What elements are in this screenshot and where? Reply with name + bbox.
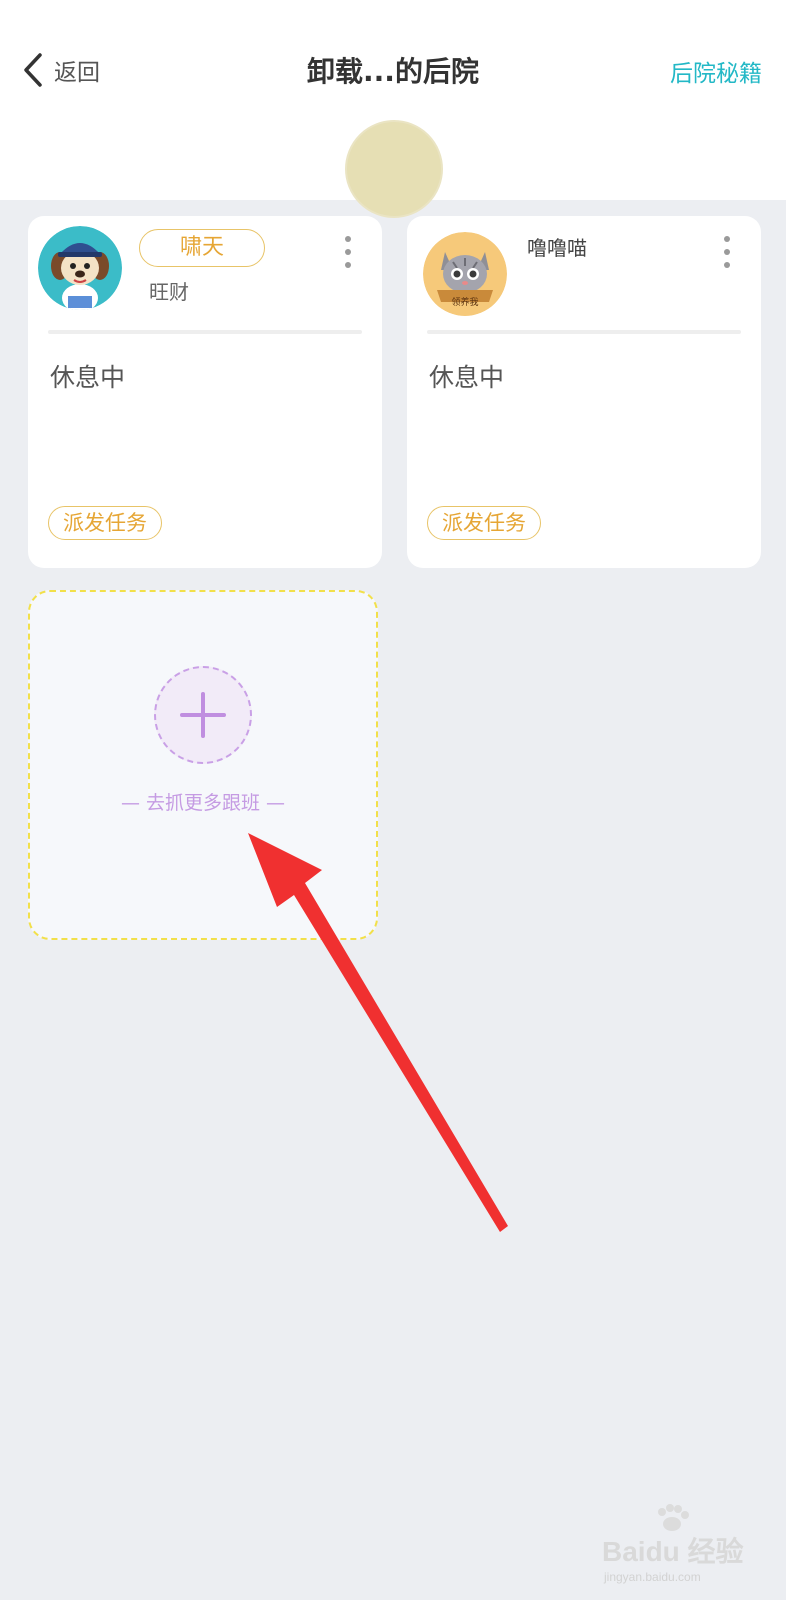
owner-avatar[interactable] [345,120,443,218]
avatar[interactable]: 领养我 [423,232,507,316]
watermark-brand: Baidu 经验 [602,1536,744,1567]
more-options-button[interactable] [342,236,354,268]
more-dots-icon [345,236,351,242]
follower-name: 噜噜喵 [527,236,587,260]
baidu-watermark: Baidu 经验 jingyan.baidu.com [602,1504,752,1594]
follower-card: 领养我 噜噜喵 休息中 派发任务 [407,216,761,568]
watermark-url: jingyan.baidu.com [604,1570,701,1584]
avatar[interactable] [38,226,122,310]
add-follower-card[interactable]: — 去抓更多跟班 — [28,590,378,940]
title-badge: 啸天 [139,229,265,267]
more-options-button[interactable] [721,236,733,268]
add-follower-label: — 去抓更多跟班 — [120,792,286,814]
assign-task-button[interactable]: 派发任务 [427,506,541,540]
adopt-caption: 领养我 [451,298,479,308]
dog-avatar-icon [38,226,122,310]
status-text: 休息中 [50,363,126,392]
add-button[interactable] [154,666,252,764]
more-dots-icon [724,236,730,242]
follower-name: 旺财 [149,280,189,304]
divider [427,330,741,334]
follower-card: 啸天 旺财 休息中 派发任务 [28,216,382,568]
status-text: 休息中 [429,363,505,392]
backyard-guide-link[interactable]: 后院秘籍 [670,54,762,88]
assign-task-button[interactable]: 派发任务 [48,506,162,540]
plus-icon [180,692,226,738]
divider [48,330,362,334]
page-title: 卸载...的后院 [307,55,479,88]
